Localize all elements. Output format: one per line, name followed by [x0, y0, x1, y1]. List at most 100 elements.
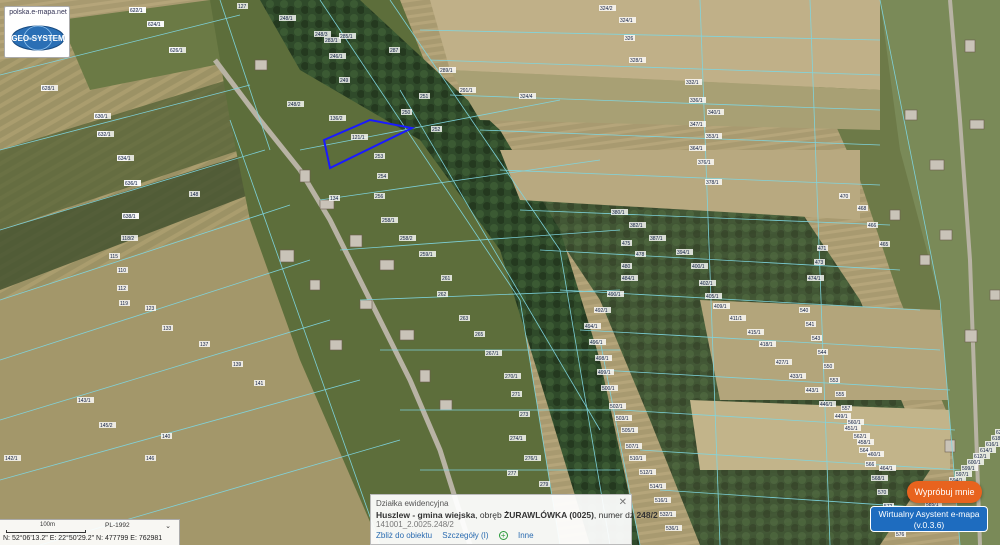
parcel-number-label: 471	[818, 246, 827, 252]
parcel-number-label: 474/1	[808, 276, 821, 282]
parcel-number-label: 597/1	[956, 472, 969, 478]
parcel-number-label: 484/1	[622, 276, 635, 282]
parcel-number-label: 496/1	[590, 340, 603, 346]
coordinates-readout: N: 52°06'13.2" E: 22°50'29.2" N: 477799 …	[3, 535, 163, 542]
try-me-button[interactable]: Wypróbuj mnie	[907, 481, 982, 503]
scale-coordinates-bar: 100m PL-1992 ⌄ N: 52°06'13.2" E: 22°50'2…	[0, 519, 180, 545]
parcel-number-label: 258/2	[400, 236, 413, 242]
parcel-number-label: 256	[375, 194, 384, 200]
parcel-number-label: 139	[233, 362, 242, 368]
parcel-number-label: 127	[238, 4, 247, 10]
parcel-number-label: 287	[390, 48, 399, 54]
geo-system-logo[interactable]: polska.e-mapa.net GEO-SYSTEM	[4, 6, 70, 58]
parcel-number-label: 570	[878, 490, 887, 496]
parcel-number-label: 505/1	[622, 428, 635, 434]
parcel-number-label: 249	[340, 78, 349, 84]
parcel-number-label: 470	[840, 194, 849, 200]
parcel-number-label: 620/1	[996, 430, 1000, 436]
parcel-number-label: 265	[475, 332, 484, 338]
parcel-number-label: 380/1	[612, 210, 625, 216]
parcel-description: Huszlew - gmina wiejska, obręb ŻURAWLÓWK…	[376, 510, 658, 520]
parcel-number-label: 510/1	[630, 456, 643, 462]
parcel-number-label: 148	[190, 192, 199, 198]
parcel-number-label: 285/1	[340, 34, 353, 40]
parcel-number-label: 123	[146, 306, 155, 312]
zoom-to-object-link[interactable]: Zbliż do obiektu	[376, 531, 432, 540]
parcel-number-label: 636/1	[125, 181, 138, 187]
parcel-number-label: 516/1	[655, 498, 668, 504]
parcel-number-label: 557	[842, 406, 851, 412]
parcel-number-label: 480	[622, 264, 631, 270]
parcel-number-label: 616/1	[986, 442, 999, 448]
parcel-number-label: 449/1	[835, 414, 848, 420]
parcel-number-label: 618/1	[992, 436, 1000, 442]
parcel-number-label: 259/1	[420, 252, 433, 258]
assistant-version: (v.0.3.6)	[913, 520, 945, 530]
logo-wordmark: GEO-SYSTEM	[11, 34, 65, 43]
info-panel-links: Zbliż do obiektu Szczegóły (I) + Inne	[376, 531, 542, 541]
parcel-number-label: 541	[806, 322, 815, 328]
parcel-number-label: 279	[540, 482, 549, 488]
parcel-number-label: 271	[512, 392, 521, 398]
parcel-number-label: 134	[330, 196, 339, 202]
parcel-number-label: 612/1	[974, 454, 987, 460]
projection-select[interactable]: PL-1992 ⌄	[105, 522, 173, 533]
parcel-number-label: 405/1	[706, 294, 719, 300]
parcel-number-label: 503/1	[616, 416, 629, 422]
parcel-number-label: 274/1	[510, 436, 523, 442]
parcel-number-label: 465	[880, 242, 889, 248]
parcel-number-label: 252	[432, 127, 441, 133]
parcel-number-label: 324/1	[620, 18, 633, 24]
parcel-number-label: 364/1	[690, 146, 703, 152]
parcel-number-label: 494/1	[585, 324, 598, 330]
parcel-number-label: 498/1	[596, 356, 609, 362]
parcel-number-label: 458/1	[858, 440, 871, 446]
parcel-number-label: 146	[146, 456, 155, 462]
parcel-number-label: 553	[830, 378, 839, 384]
parcel-number-label: 402/1	[700, 281, 713, 287]
parcel-number-label: 382/1	[630, 223, 643, 229]
parcel-number-label: 638/1	[123, 214, 136, 220]
parcel-number-label: 353/1	[706, 134, 719, 140]
parcel-number-label: 566	[866, 462, 875, 468]
parcel-number-label: 500/1	[602, 386, 615, 392]
parcel-number-label: 246/1	[330, 54, 343, 60]
parcel-number-label: 261	[442, 276, 451, 282]
parcel-number-label: 555	[836, 392, 845, 398]
parcel-number-label: 562/1	[854, 434, 867, 440]
parcel-number-label: 110	[118, 268, 126, 274]
municipality-name: Huszlew - gmina wiejska	[376, 510, 476, 520]
parcel-number-label: 115	[110, 254, 118, 260]
parcel-number-label: 400/1	[692, 264, 705, 270]
other-link[interactable]: Inne	[518, 531, 534, 540]
parcel-number-label: 258/1	[382, 218, 395, 224]
virtual-assistant-button[interactable]: Wirtualny Asystent e-mapa (v.0.3.6)	[870, 506, 988, 532]
precinct-name: ŻURAWLÓWKA (0025)	[504, 510, 594, 520]
parcel-number-label: 560/1	[848, 420, 861, 426]
close-icon[interactable]: ✕	[619, 497, 627, 508]
parcel-number-label: 133	[163, 326, 172, 332]
parcel-number-label: 336/1	[690, 98, 703, 104]
map-canvas[interactable]: 134/1114/211387108120115116/1116/2118/21…	[0, 0, 1000, 545]
parcel-number-label: 394/1	[677, 250, 690, 256]
parcel-number-label: 451/1	[845, 426, 858, 432]
parcel-number-label: 119	[120, 301, 128, 307]
parcel-number-label: 600/1	[968, 460, 981, 466]
parcel-number-label: 328/1	[630, 58, 643, 64]
parcel-number-label: 253	[375, 154, 384, 160]
parcel-number-label: 324/4	[520, 94, 533, 100]
parcel-number-label: 137	[200, 342, 209, 348]
parcel-number-label: 262	[438, 292, 447, 298]
parcel-number-label: 427/1	[776, 360, 789, 366]
parcel-number-label: 277	[508, 471, 517, 477]
parcel-number-label: 475	[622, 241, 631, 247]
parcel-number-label: 289/1	[440, 68, 453, 74]
parcel-number-label: 433/1	[790, 374, 803, 380]
parcel-number-label: 270/1	[505, 374, 518, 380]
parcel-number-label: 145/2	[100, 423, 113, 429]
parcel-number-label: 118/2	[122, 236, 134, 242]
details-link[interactable]: Szczegóły (I)	[442, 531, 488, 540]
plus-icon[interactable]: +	[498, 531, 508, 541]
globe-icon	[11, 25, 65, 51]
parcel-number-label: 273	[520, 412, 529, 418]
